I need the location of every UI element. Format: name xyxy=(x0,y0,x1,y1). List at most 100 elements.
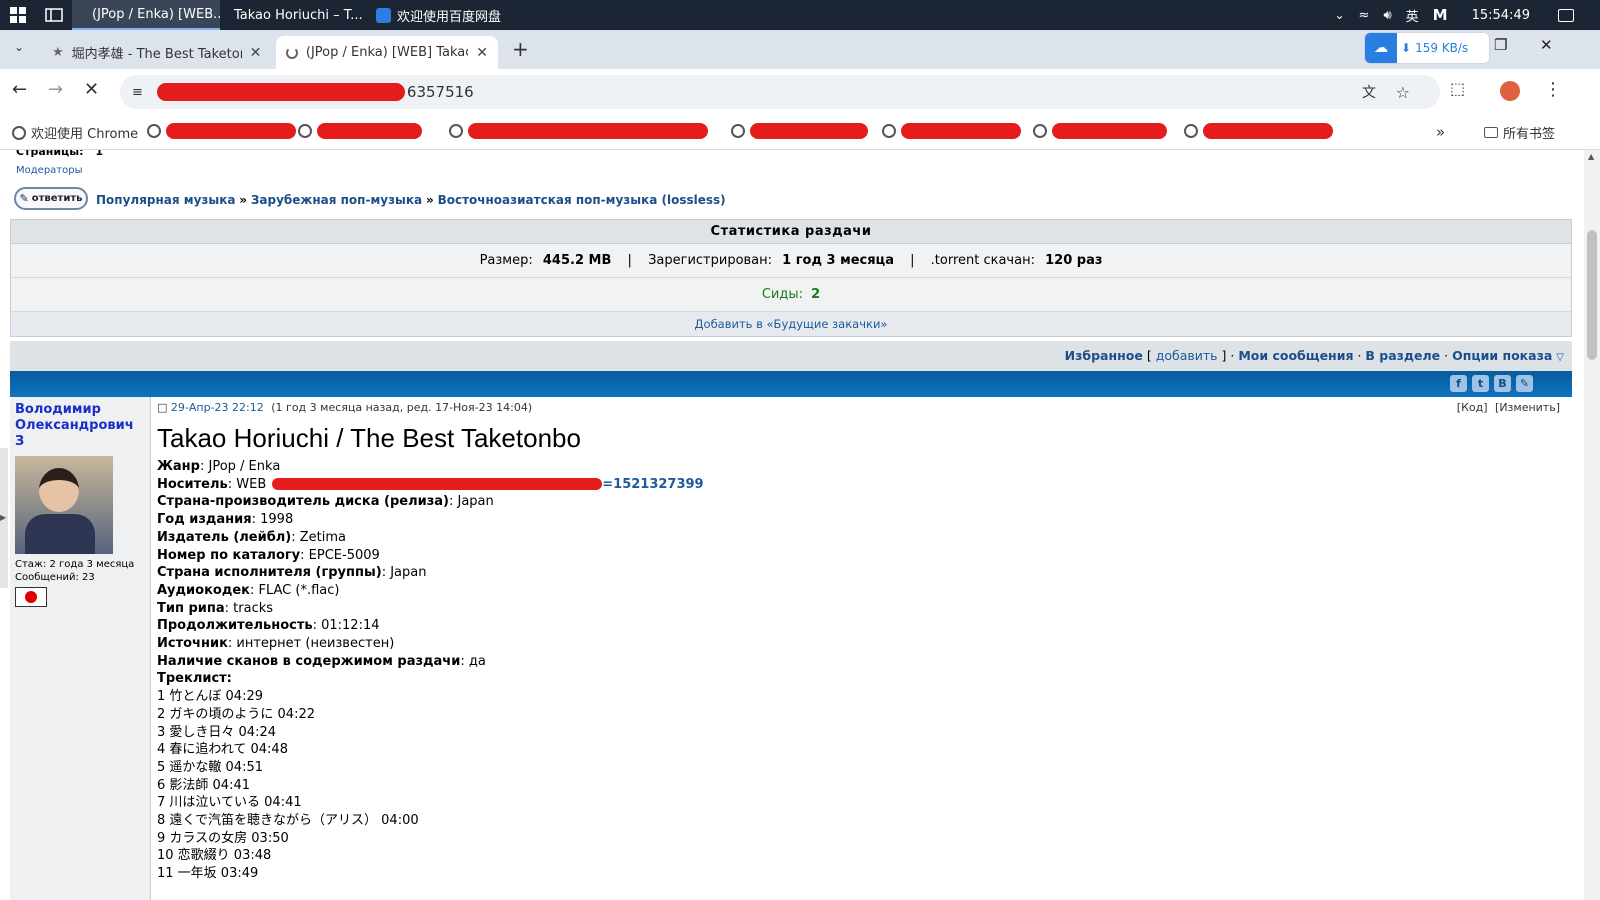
in-section-link[interactable]: В разделе xyxy=(1365,348,1440,363)
favorites-link[interactable]: Избранное xyxy=(1065,348,1143,363)
bookmark-redacted[interactable] xyxy=(731,123,868,139)
facebook-icon[interactable]: f xyxy=(1450,375,1467,392)
globe-icon xyxy=(1033,124,1047,138)
field-value: интернет (неизвестен) xyxy=(236,636,395,652)
display-options-link[interactable]: Опции показа xyxy=(1452,348,1552,363)
tab-search-button[interactable]: ⌄ xyxy=(8,40,30,60)
globe-icon xyxy=(147,124,161,138)
downloaded-value: 120 раз xyxy=(1045,253,1103,268)
menu-icon[interactable]: ⋮ xyxy=(1544,79,1562,100)
author-name[interactable]: Володимир Олександрович З xyxy=(15,402,145,450)
breadcrumb-item[interactable]: Популярная музыка xyxy=(96,193,235,207)
translate-icon[interactable]: 文 xyxy=(1362,82,1376,102)
volume-icon[interactable]: 🔊︎ xyxy=(1383,8,1391,23)
release-field: Номер по каталогу: EPCE-5009 xyxy=(157,547,380,563)
profile-avatar[interactable] xyxy=(1500,81,1520,101)
extensions-icon[interactable]: ⬚ xyxy=(1450,79,1465,98)
web-page: Страницы: 1 Модераторы ✎ ответить Популя… xyxy=(0,150,1584,900)
edit-link[interactable]: [Изменить] xyxy=(1495,401,1560,414)
dropdown-arrow-icon[interactable]: ▽ xyxy=(1556,352,1564,363)
post-header-band: f t B ✎ xyxy=(10,371,1572,397)
globe-icon xyxy=(298,124,312,138)
close-window-icon[interactable]: ✕ xyxy=(1540,36,1553,54)
forward-icon[interactable]: → xyxy=(48,79,63,100)
release-field: Тип рипа: tracks xyxy=(157,600,274,616)
field-value: FLAC (*.flac) xyxy=(258,582,340,598)
back-icon[interactable]: ← xyxy=(12,79,27,100)
breadcrumb-item[interactable]: Зарубежная поп-музыка xyxy=(251,193,422,207)
taskbar-app-label: (JPop / Enka) [WEB... xyxy=(92,6,220,22)
field-label: Страна исполнителя (группы) xyxy=(157,565,382,581)
add-favorite-link[interactable]: добавить xyxy=(1156,348,1218,363)
breadcrumb-sep: » xyxy=(239,193,248,207)
ime-indicator[interactable]: 英 xyxy=(1406,6,1419,25)
media-link[interactable]: =1521327399 xyxy=(602,477,703,492)
restore-window-icon[interactable]: ❐ xyxy=(1494,36,1507,54)
site-info-icon[interactable]: ≡ xyxy=(132,85,143,100)
folder-icon xyxy=(1484,127,1498,138)
breadcrumb-item[interactable]: Восточноазиатская поп-музыка (lossless) xyxy=(438,193,726,207)
release-field: Год издания: 1998 xyxy=(157,512,294,528)
wifi-icon[interactable]: ≈ xyxy=(1359,8,1370,23)
field-value: 01:12:14 xyxy=(321,618,380,634)
windows-taskbar: (JPop / Enka) [WEB... Takao Horiuchi – T… xyxy=(0,0,1600,30)
post-date[interactable]: 29-Апр-23 22:12 xyxy=(171,401,264,414)
download-speed: 159 KB/s xyxy=(1415,41,1469,55)
avatar-body xyxy=(25,514,95,554)
my-messages-link[interactable]: Мои сообщения xyxy=(1238,348,1353,363)
livejournal-icon[interactable]: ✎ xyxy=(1516,375,1533,392)
tab-close-icon[interactable]: ✕ xyxy=(476,45,488,61)
scroll-up-icon[interactable]: ▲ xyxy=(1588,152,1594,161)
page-scrollbar[interactable]: ▲ xyxy=(1584,150,1600,900)
tab-favicon-icon: ★ xyxy=(52,45,64,60)
reply-button[interactable]: ✎ ответить xyxy=(14,187,88,210)
bookmark-redacted[interactable] xyxy=(449,123,708,139)
tab-loading-icon xyxy=(286,46,298,59)
taskbar-app-notepad[interactable]: Takao Horiuchi – T... xyxy=(220,0,368,30)
clock[interactable]: 15:54:49 xyxy=(1472,8,1530,23)
bookmark-redacted[interactable] xyxy=(882,123,1021,139)
tab-title: (JPop / Enka) [WEB] Takao Ho xyxy=(305,45,468,60)
tab-active[interactable]: (JPop / Enka) [WEB] Takao Ho ✕ xyxy=(276,36,498,69)
tracklist: 1 竹とんぼ 04:29 2 ガキの頃のように 04:22 3 愛しき日々 04:2… xyxy=(157,688,1572,883)
release-field: Источник: интернет (неизвестен) xyxy=(157,636,395,652)
taskbar-app-chrome[interactable]: (JPop / Enka) [WEB... xyxy=(72,0,220,30)
download-speed-widget[interactable]: ☁ ⬇ 159 KB/s xyxy=(1364,32,1490,64)
taskbar-app-baidu-netdisk[interactable]: 欢迎使用百度网盘 xyxy=(368,0,518,30)
bookmark-welcome[interactable]: 欢迎使用 Chrome xyxy=(12,123,138,142)
release-fields: Жанр: JPop / Enka Носитель: WEB =152132739… xyxy=(157,458,1572,670)
tab-close-icon[interactable]: ✕ xyxy=(250,45,262,61)
chevron-up-icon[interactable]: ⌄ xyxy=(1334,8,1344,22)
registered-value: 1 год 3 месяца xyxy=(782,253,894,268)
redaction xyxy=(901,123,1021,139)
side-panel-toggle-icon[interactable]: ▶ xyxy=(0,448,8,588)
download-arrow-icon: ⬇ xyxy=(1401,41,1412,55)
bookmark-redacted[interactable] xyxy=(1184,123,1333,139)
scroll-thumb[interactable] xyxy=(1587,230,1597,360)
bookmark-star-icon[interactable]: ☆ xyxy=(1396,83,1410,102)
pencil-icon: ✎ xyxy=(19,192,29,205)
code-link[interactable]: [Код] xyxy=(1457,401,1488,414)
vk-icon[interactable]: B xyxy=(1494,375,1511,392)
task-view-button[interactable] xyxy=(36,0,72,30)
bookmark-redacted[interactable] xyxy=(298,123,422,139)
all-bookmarks[interactable]: 所有书签 xyxy=(1484,123,1555,142)
notification-icon[interactable] xyxy=(1558,8,1574,22)
bookmark-redacted[interactable] xyxy=(147,123,296,139)
breadcrumb-sep: » xyxy=(425,193,434,207)
more-bookmarks-icon[interactable]: » xyxy=(1436,123,1445,141)
start-button[interactable] xyxy=(0,0,36,30)
new-tab-button[interactable]: + xyxy=(512,37,529,61)
twitter-icon[interactable]: t xyxy=(1472,375,1489,392)
moderators-link[interactable]: Модераторы xyxy=(16,165,82,176)
add-to-future-link[interactable]: Добавить в «Будущие закачки» xyxy=(11,312,1571,336)
address-bar[interactable]: ≡ 6357516 文 ☆ xyxy=(120,75,1440,109)
tab-inactive[interactable]: ★ 堀内孝雄 - The Best Taketonb ✕ xyxy=(42,36,272,69)
bookmark-redacted[interactable] xyxy=(1033,123,1167,139)
stop-loading-icon[interactable]: ✕ xyxy=(84,79,99,100)
app-m-icon[interactable]: M xyxy=(1433,6,1448,24)
redaction xyxy=(317,123,422,139)
globe-icon xyxy=(12,125,26,140)
release-field: Аудиокодек: FLAC (*.flac) xyxy=(157,582,340,598)
pages-label: Страницы: xyxy=(16,150,84,158)
